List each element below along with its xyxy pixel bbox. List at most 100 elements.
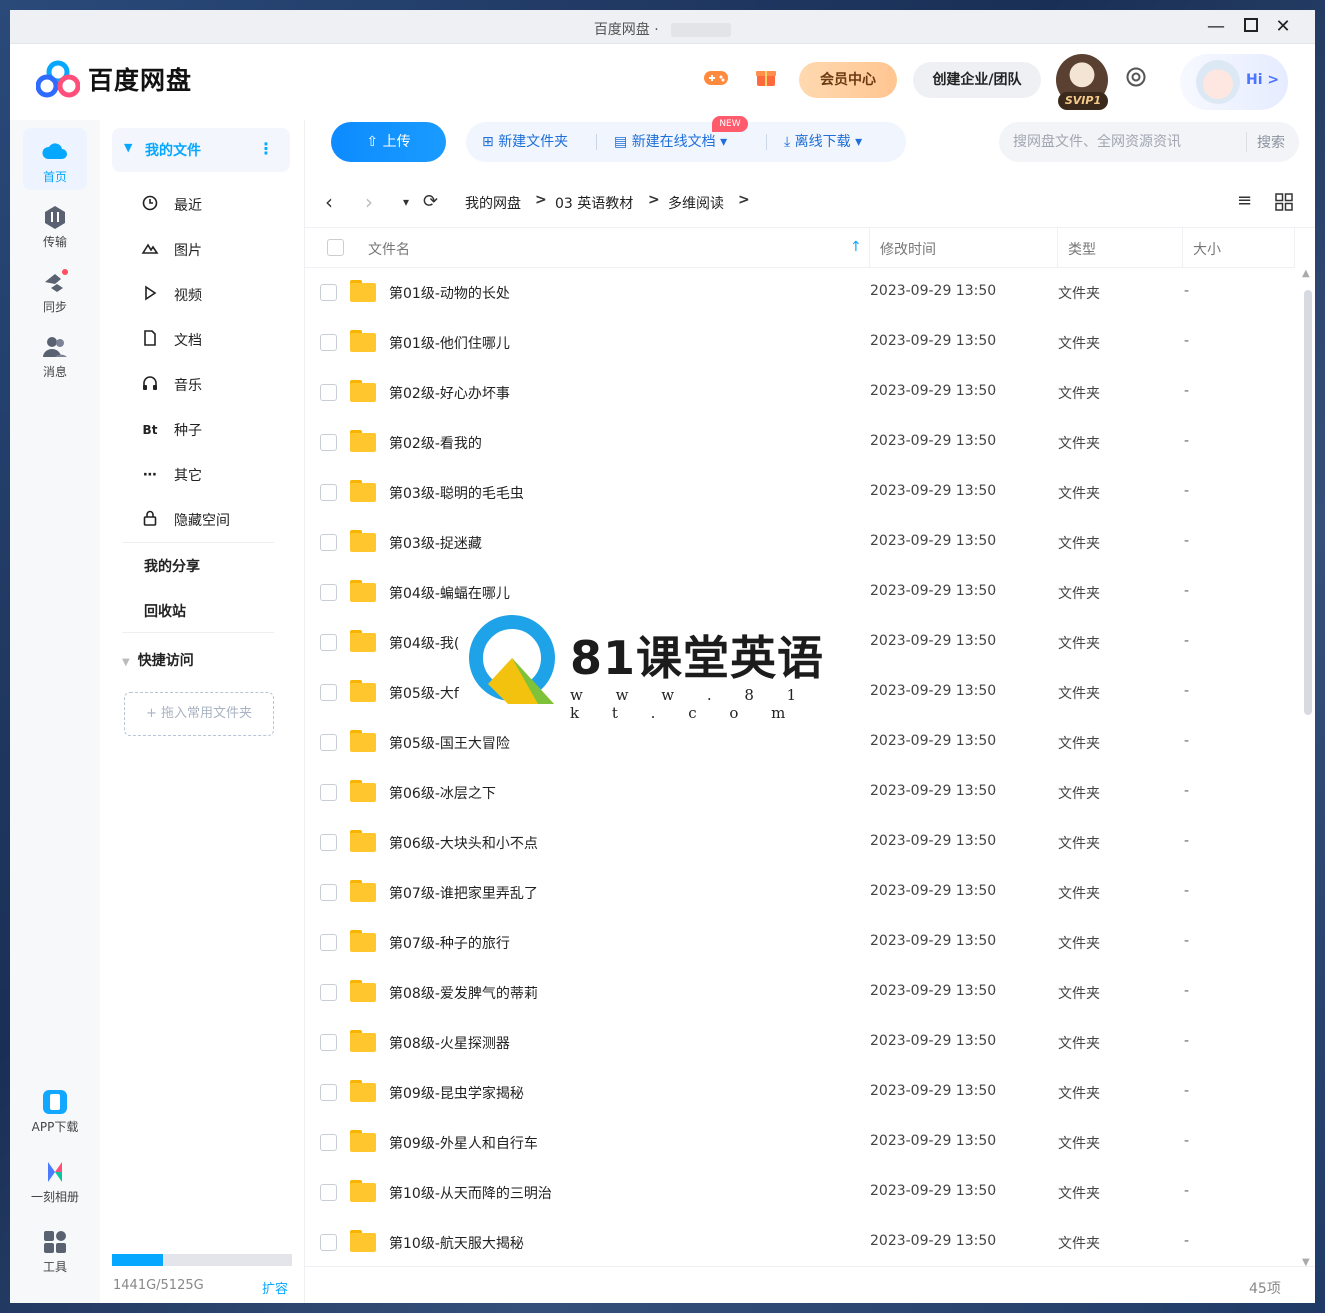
file-name[interactable]: 第06级-大块头和小不点: [389, 833, 538, 853]
file-name[interactable]: 第09级-外星人和自行车: [389, 1133, 538, 1153]
sidebar-item-videos[interactable]: 视频: [140, 280, 290, 310]
create-team-button[interactable]: 创建企业/团队: [913, 62, 1041, 98]
table-row[interactable]: 第01级-动物的长处 2023-09-29 13:50 文件夹 -: [305, 268, 1295, 318]
row-checkbox[interactable]: [320, 534, 337, 551]
breadcrumb-item[interactable]: 03 英语教材: [555, 193, 633, 213]
row-checkbox[interactable]: [320, 1084, 337, 1101]
file-name[interactable]: 第02级-看我的: [389, 433, 482, 453]
search-button[interactable]: 搜索: [1246, 132, 1285, 152]
maximize-icon[interactable]: [1240, 16, 1262, 38]
row-checkbox[interactable]: [320, 1134, 337, 1151]
file-name[interactable]: 第01级-动物的长处: [389, 283, 510, 303]
refresh-icon[interactable]: ⟳: [423, 191, 438, 212]
nav-sync[interactable]: 同步: [23, 258, 87, 320]
column-header-name[interactable]: 文件名: [368, 239, 410, 259]
file-name[interactable]: 第10级-从天而降的三明治: [389, 1183, 552, 1203]
gift-icon[interactable]: [752, 66, 780, 94]
table-row[interactable]: 第03级-捉迷藏 2023-09-29 13:50 文件夹 -: [305, 518, 1295, 568]
scrollbar-thumb[interactable]: [1304, 290, 1312, 715]
sidebar-my-files[interactable]: ▼ 我的文件 ⋮: [112, 128, 290, 172]
file-name[interactable]: 第02级-好心办坏事: [389, 383, 510, 403]
sidebar-item-recycle-bin[interactable]: 回收站: [144, 601, 186, 621]
table-row[interactable]: 第05级-国王大冒险 2023-09-29 13:50 文件夹 -: [305, 718, 1295, 768]
nav-transfer[interactable]: 传输: [23, 193, 87, 255]
more-vertical-icon[interactable]: ⋮: [258, 139, 274, 158]
table-row[interactable]: 第10级-从天而降的三明治 2023-09-29 13:50 文件夹 -: [305, 1168, 1295, 1218]
nav-app-download[interactable]: APP下载: [23, 1078, 87, 1140]
file-name[interactable]: 第06级-冰层之下: [389, 783, 496, 803]
scroll-up-icon[interactable]: ▲: [1302, 268, 1310, 279]
forward-arrow-icon[interactable]: ›: [365, 190, 373, 214]
file-name[interactable]: 第07级-种子的旅行: [389, 933, 510, 953]
nav-home[interactable]: 首页: [23, 128, 87, 190]
select-all-checkbox[interactable]: [327, 239, 344, 256]
table-row[interactable]: 第08级-火星探测器 2023-09-29 13:50 文件夹 -: [305, 1018, 1295, 1068]
sidebar-item-hidden-space[interactable]: 隐藏空间: [140, 505, 290, 535]
close-icon[interactable]: ✕: [1272, 16, 1294, 38]
file-name[interactable]: 第04级-蝙蝠在哪儿: [389, 583, 510, 603]
gamepad-icon[interactable]: [702, 66, 730, 94]
column-header-time[interactable]: 修改时间: [880, 239, 936, 259]
file-name[interactable]: 第04级-我(: [389, 633, 459, 653]
row-checkbox[interactable]: [320, 334, 337, 351]
upload-button[interactable]: ⇧ 上传: [331, 122, 446, 162]
file-name[interactable]: 第05级-国王大冒险: [389, 733, 510, 753]
offline-download-button[interactable]: ⤓ 离线下载 ▾: [784, 122, 862, 162]
file-name[interactable]: 第10级-航天服大揭秘: [389, 1233, 524, 1253]
table-row[interactable]: 第04级-蝙蝠在哪儿 2023-09-29 13:50 文件夹 -: [305, 568, 1295, 618]
table-row[interactable]: 第05级-大f 2023-09-29 13:50 文件夹 -: [305, 668, 1295, 718]
quick-access-header[interactable]: ▼ 快捷访问: [122, 650, 194, 670]
row-checkbox[interactable]: [320, 784, 337, 801]
table-row[interactable]: 第07级-种子的旅行 2023-09-29 13:50 文件夹 -: [305, 918, 1295, 968]
file-name[interactable]: 第03级-捉迷藏: [389, 533, 482, 553]
row-checkbox[interactable]: [320, 684, 337, 701]
sidebar-item-recent[interactable]: 最近: [140, 190, 290, 220]
nav-album[interactable]: 一刻相册: [23, 1148, 87, 1210]
row-checkbox[interactable]: [320, 284, 337, 301]
row-checkbox[interactable]: [320, 934, 337, 951]
table-row[interactable]: 第06级-冰层之下 2023-09-29 13:50 文件夹 -: [305, 768, 1295, 818]
row-checkbox[interactable]: [320, 1234, 337, 1251]
vip-center-button[interactable]: 会员中心: [799, 62, 897, 98]
row-checkbox[interactable]: [320, 884, 337, 901]
table-row[interactable]: 第02级-好心办坏事 2023-09-29 13:50 文件夹 -: [305, 368, 1295, 418]
table-row[interactable]: 第07级-谁把家里弄乱了 2023-09-29 13:50 文件夹 -: [305, 868, 1295, 918]
file-name[interactable]: 第05级-大f: [389, 683, 459, 703]
column-header-type[interactable]: 类型: [1068, 239, 1096, 259]
table-row[interactable]: 第01级-他们住哪儿 2023-09-29 13:50 文件夹 -: [305, 318, 1295, 368]
sidebar-item-images[interactable]: 图片: [140, 235, 290, 265]
row-checkbox[interactable]: [320, 634, 337, 651]
sort-icon[interactable]: ≡: [1237, 190, 1252, 211]
row-checkbox[interactable]: [320, 984, 337, 1001]
row-checkbox[interactable]: [320, 584, 337, 601]
assistant-button[interactable]: Hi >: [1180, 54, 1288, 110]
file-name[interactable]: 第08级-爱发脾气的蒂莉: [389, 983, 538, 1003]
settings-icon[interactable]: [1122, 66, 1150, 94]
search-input[interactable]: [1013, 122, 1243, 162]
file-name[interactable]: 第07级-谁把家里弄乱了: [389, 883, 538, 903]
sort-up-arrow-icon[interactable]: ↑: [850, 239, 862, 255]
row-checkbox[interactable]: [320, 484, 337, 501]
table-row[interactable]: 第09级-昆虫学家揭秘 2023-09-29 13:50 文件夹 -: [305, 1068, 1295, 1118]
sidebar-item-documents[interactable]: 文档: [140, 325, 290, 355]
row-checkbox[interactable]: [320, 384, 337, 401]
breadcrumb-item[interactable]: 我的网盘: [465, 193, 521, 213]
row-checkbox[interactable]: [320, 834, 337, 851]
table-row[interactable]: 第10级-航天服大揭秘 2023-09-29 13:50 文件夹 -: [305, 1218, 1295, 1268]
new-folder-button[interactable]: ⊞ 新建文件夹: [482, 122, 568, 162]
row-checkbox[interactable]: [320, 1034, 337, 1051]
file-name[interactable]: 第08级-火星探测器: [389, 1033, 510, 1053]
row-checkbox[interactable]: [320, 434, 337, 451]
sidebar-item-torrent[interactable]: Bt 种子: [140, 415, 290, 445]
new-online-doc-button[interactable]: ▤ 新建在线文档 ▾: [614, 122, 727, 162]
back-arrow-icon[interactable]: ‹: [325, 190, 333, 214]
table-row[interactable]: 第09级-外星人和自行车 2023-09-29 13:50 文件夹 -: [305, 1118, 1295, 1168]
logo[interactable]: 百度网盘: [36, 60, 192, 98]
minimize-icon[interactable]: —: [1205, 16, 1227, 38]
table-row[interactable]: 第02级-看我的 2023-09-29 13:50 文件夹 -: [305, 418, 1295, 468]
table-row[interactable]: 第08级-爱发脾气的蒂莉 2023-09-29 13:50 文件夹 -: [305, 968, 1295, 1018]
row-checkbox[interactable]: [320, 734, 337, 751]
history-dropdown-icon[interactable]: ▾: [403, 195, 409, 209]
scrollbar[interactable]: ▲ ▼: [1302, 268, 1314, 1268]
table-row[interactable]: 第04级-我(2023-09-29 13:50 文件夹 -: [305, 618, 1295, 668]
